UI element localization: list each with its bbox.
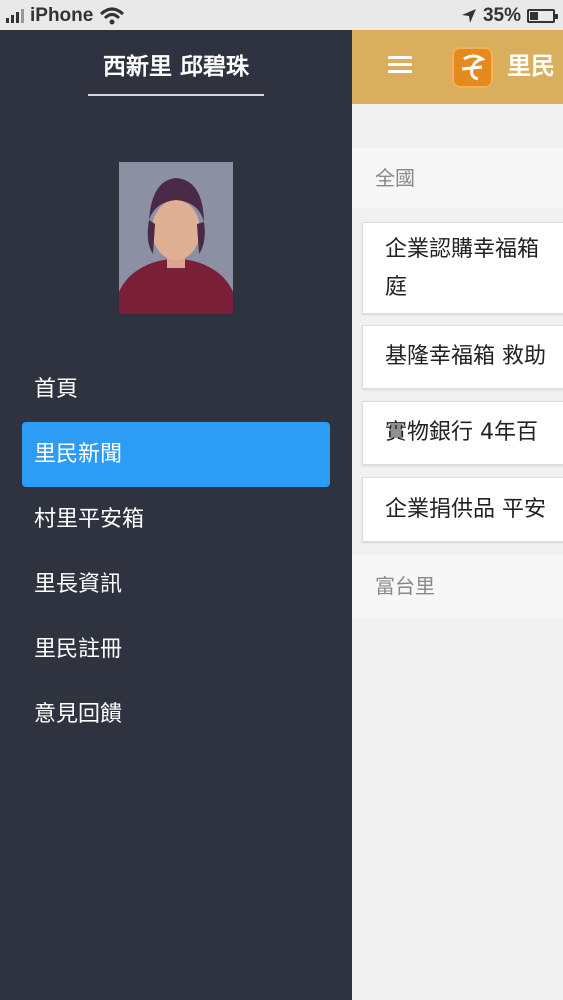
news-title: 基隆幸福箱 救助 <box>385 344 546 369</box>
location-arrow-icon <box>461 9 476 23</box>
menu-item-resident-registration[interactable]: 里民註冊 <box>22 617 330 682</box>
wifi-icon <box>100 7 125 25</box>
section-label: 富台里 <box>375 574 435 598</box>
news-title: 實物銀行 4年百 <box>385 420 538 445</box>
section-label: 全國 <box>375 166 415 190</box>
menu-item-home[interactable]: 首頁 <box>22 357 330 422</box>
news-item[interactable]: 企業捐供品 平安 <box>362 477 563 542</box>
signal-icon <box>6 9 24 23</box>
news-item[interactable]: 實物銀行 4年百 <box>362 401 563 465</box>
news-item[interactable]: 基隆幸福箱 救助 <box>362 325 563 389</box>
menu-icon[interactable] <box>388 56 412 74</box>
app-title: 里民 <box>507 52 555 80</box>
status-bar: iPhone 35% <box>0 0 563 30</box>
app-logo-icon <box>452 47 493 88</box>
navigation-drawer: 西新里 邱碧珠 首頁 里民新聞 村里平安箱 里長資訊 里民註冊 意見回饋 <box>0 30 352 1000</box>
menu-item-chief-info[interactable]: 里長資訊 <box>22 552 330 617</box>
avatar <box>119 162 233 314</box>
battery-icon <box>527 9 558 23</box>
app-bar: 里民 <box>352 30 563 104</box>
menu-item-feedback[interactable]: 意見回饋 <box>22 682 330 747</box>
menu-item-resident-news[interactable]: 里民新聞 <box>22 422 330 487</box>
news-title-line2: 庭 <box>385 275 408 300</box>
carrier-label: iPhone <box>30 5 94 26</box>
battery-percent: 35% <box>482 5 521 26</box>
menu-item-village-safety-box[interactable]: 村里平安箱 <box>22 487 330 552</box>
drawer-header: 西新里 邱碧珠 <box>88 50 264 96</box>
news-title-line1: 企業認購幸福箱 <box>385 237 540 262</box>
news-item[interactable]: 企業認購幸福箱 庭 <box>362 222 563 314</box>
drawer-menu: 首頁 里民新聞 村里平安箱 里長資訊 里民註冊 意見回饋 <box>22 357 330 747</box>
section-header: 全國 <box>352 148 563 208</box>
section-header: 富台里 <box>352 555 563 617</box>
main-panel: 里民 全國 企業認購幸福箱 庭 基隆幸福箱 救助 實物銀行 4年百 企業捐供品 … <box>352 30 563 1000</box>
news-title: 企業捐供品 平安 <box>385 497 546 522</box>
